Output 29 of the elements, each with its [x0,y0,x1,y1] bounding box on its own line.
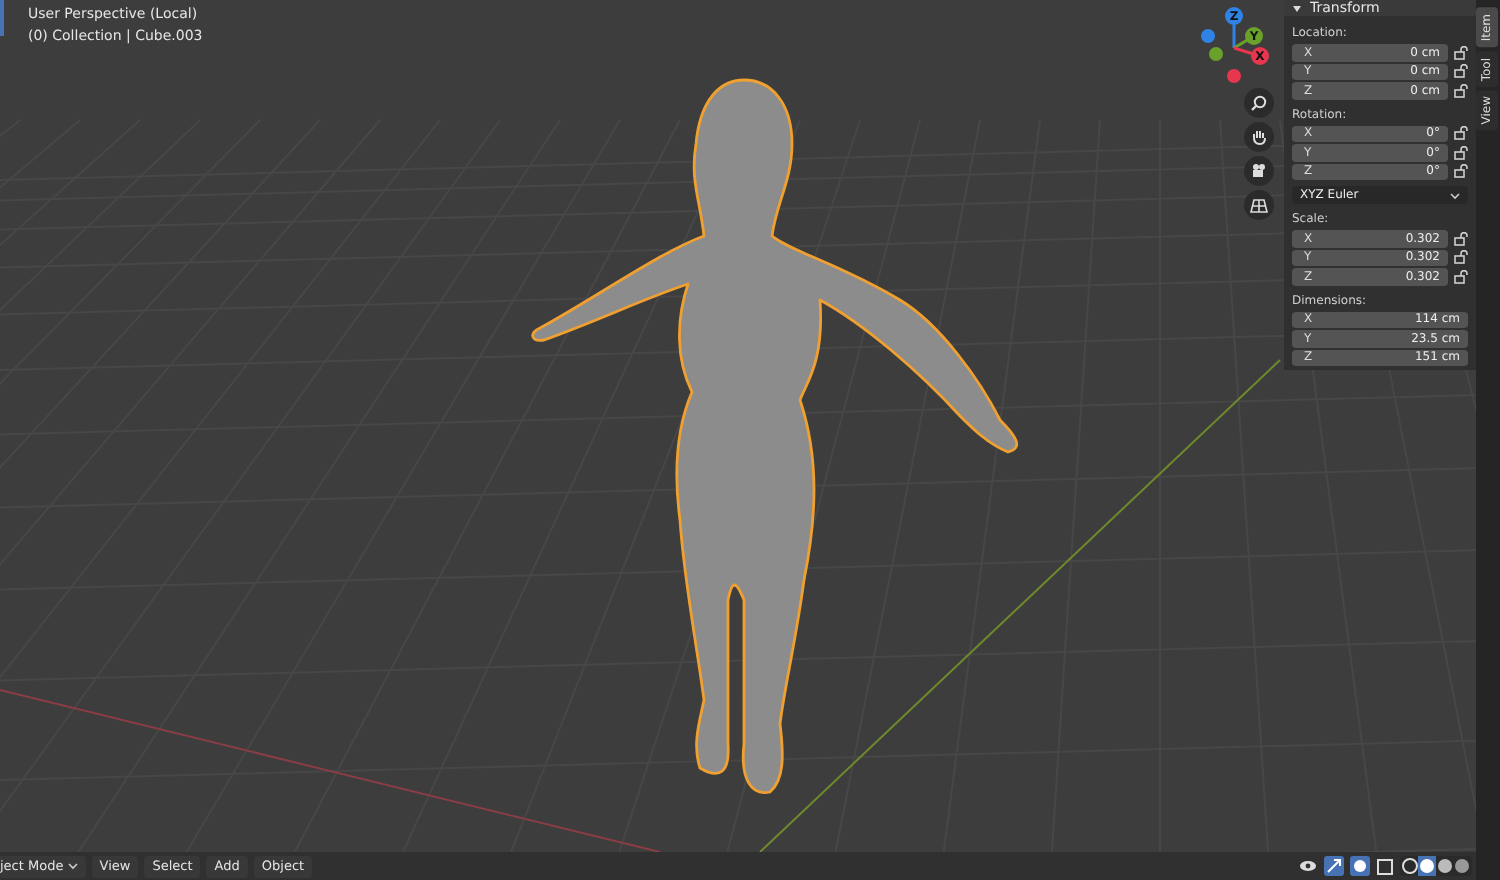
caret-icon [1450,191,1460,199]
axis-negative-dot[interactable] [1227,69,1241,83]
gizmo-toggle-icon[interactable] [1324,856,1344,876]
padlock-open-icon[interactable] [1454,164,1468,179]
perspective-toggle-button[interactable] [1244,190,1274,220]
disclosure-triangle-icon [1292,3,1302,13]
padlock-open-icon[interactable] [1454,231,1468,246]
hand-icon [1250,128,1268,146]
padlock-open-icon[interactable] [1454,126,1468,141]
padlock-open-icon[interactable] [1454,269,1468,284]
axis-negative-dot[interactable] [1209,47,1223,61]
padlock-open-icon[interactable] [1454,250,1468,265]
padlock-open-icon[interactable] [1454,64,1468,79]
padlock-open-icon[interactable] [1454,145,1468,160]
pan-button[interactable] [1244,122,1274,152]
camera-icon [1250,162,1268,180]
padlock-open-icon[interactable] [1454,45,1468,60]
overlay-toggle-icon[interactable] [1350,856,1370,876]
grid-icon [1250,196,1268,214]
axis-negative-dot[interactable] [1201,29,1215,43]
zoom-button[interactable] [1244,88,1274,118]
active-area-marker [0,0,4,36]
shading-mode-icons[interactable] [1400,856,1472,876]
magnifier-icon [1250,94,1268,112]
xray-toggle-icon[interactable] [1376,857,1394,875]
visibility-icon[interactable] [1298,858,1318,874]
padlock-open-icon[interactable] [1454,83,1468,98]
camera-view-button[interactable] [1244,156,1274,186]
caret-icon [67,862,78,870]
